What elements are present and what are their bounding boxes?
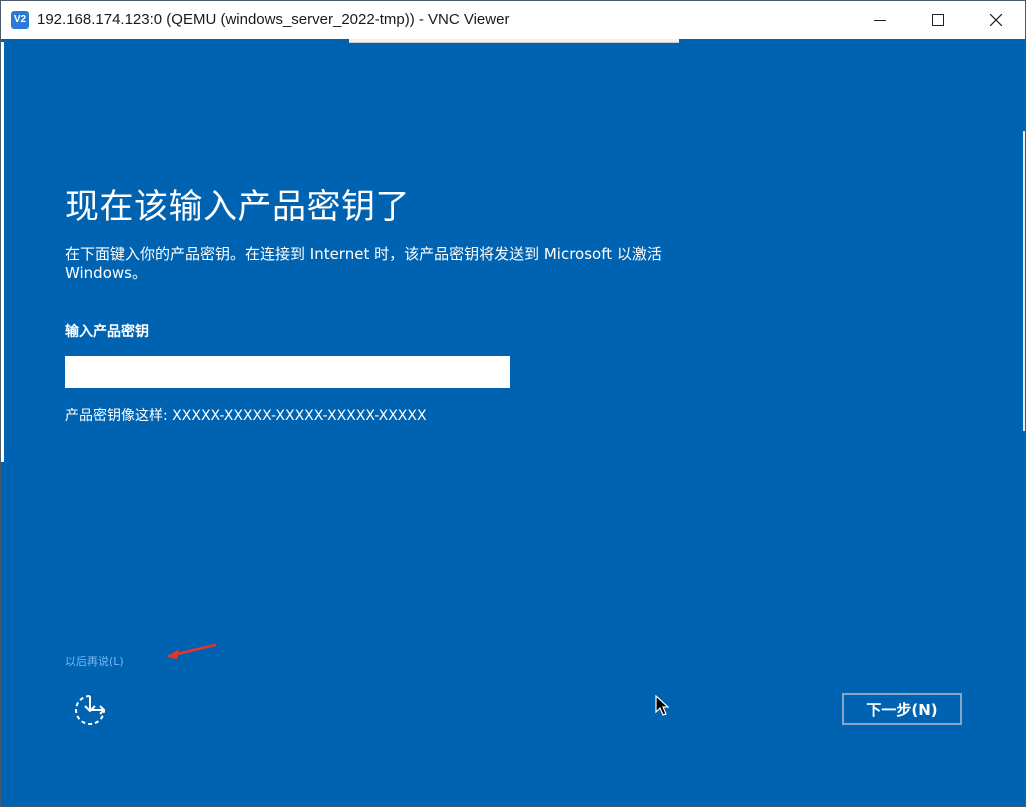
window-title: 192.168.174.123:0 (QEMU (windows_server_… xyxy=(37,11,510,28)
product-key-label: 输入产品密钥 xyxy=(65,324,149,340)
close-button[interactable] xyxy=(967,1,1025,39)
close-icon xyxy=(990,14,1002,26)
minimize-button[interactable] xyxy=(851,1,909,39)
next-button[interactable]: 下一步(N) xyxy=(842,693,962,725)
vnc-viewer-app-icon: V2 xyxy=(11,11,29,29)
annotation-arrow-icon xyxy=(167,643,217,659)
product-key-input[interactable] xyxy=(65,356,510,388)
page-title: 现在该输入产品密钥了 xyxy=(65,187,410,227)
title-bar[interactable]: V2 192.168.174.123:0 (QEMU (windows_serv… xyxy=(1,1,1025,39)
remote-screen-edge-right xyxy=(1023,131,1025,431)
vnc-viewer-window: V2 192.168.174.123:0 (QEMU (windows_serv… xyxy=(0,0,1026,807)
product-key-format-hint: 产品密钥像这样: XXXXX-XXXXX-XXXXX-XXXXX-XXXXX xyxy=(65,408,427,424)
remote-screen-edge xyxy=(1,42,4,462)
description-text: 在下面键入你的产品密钥。在连接到 Internet 时，该产品密钥将发送到 Mi… xyxy=(65,245,662,282)
do-this-later-link[interactable]: 以后再说(L) xyxy=(65,653,124,669)
ease-of-access-icon[interactable] xyxy=(71,691,109,729)
vnc-toolbar-strip[interactable] xyxy=(349,39,679,43)
mouse-pointer-icon xyxy=(655,695,670,716)
maximize-button[interactable] xyxy=(909,1,967,39)
